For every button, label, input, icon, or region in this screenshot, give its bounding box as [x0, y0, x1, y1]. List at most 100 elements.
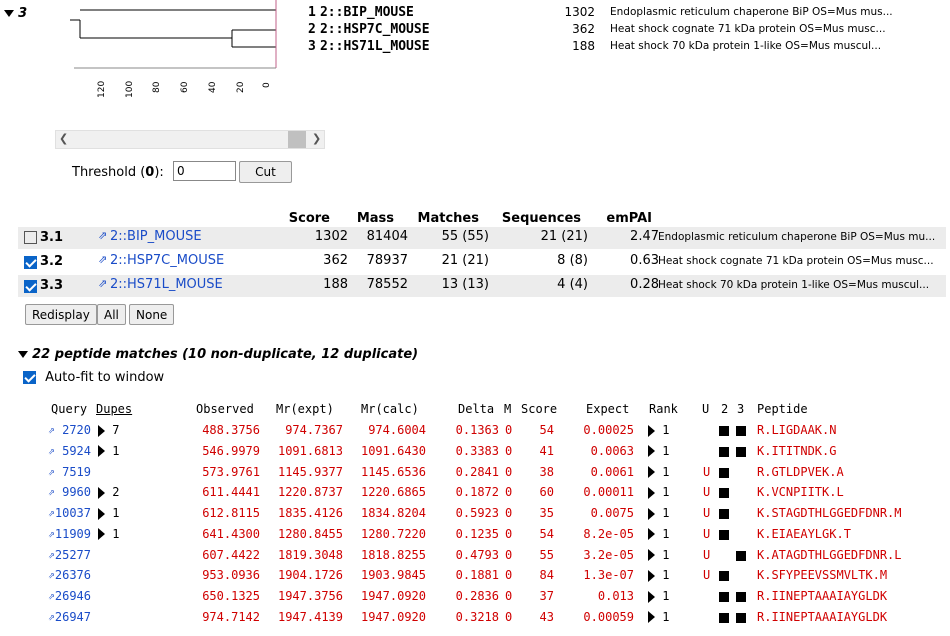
- cluster-toggle[interactable]: 3: [4, 6, 27, 21]
- unique-flag: U: [703, 568, 711, 583]
- col-query: Query: [51, 402, 88, 416]
- dupes-toggle[interactable]: 1: [98, 506, 119, 520]
- axis-tick: 100: [125, 80, 135, 98]
- delta-value: 0.1872: [455, 485, 499, 500]
- rank-toggle[interactable]: 1: [648, 610, 669, 624]
- query-link[interactable]: 2720: [62, 423, 91, 437]
- external-link-icon[interactable]: ⇗: [98, 229, 107, 242]
- scroll-left-icon[interactable]: ❮: [59, 132, 68, 145]
- col2-marker: [719, 571, 729, 582]
- m-value: 0: [505, 589, 513, 603]
- external-link-icon[interactable]: ⇗: [48, 506, 55, 519]
- delta-value: 0.4793: [455, 547, 499, 562]
- protein-name-link[interactable]: 2::HSP7C_MOUSE: [110, 253, 224, 268]
- col-rank: Rank: [649, 402, 678, 416]
- col-delta: Delta: [458, 402, 495, 416]
- protein-checkbox[interactable]: [24, 256, 37, 269]
- delta-value: 0.5923: [455, 506, 499, 520]
- observed-value: 650.1325: [202, 589, 260, 603]
- rank-toggle[interactable]: 1: [648, 444, 669, 458]
- axis-tick: 120: [97, 80, 107, 98]
- redisplay-button[interactable]: Redisplay: [25, 304, 97, 325]
- protein-desc: Heat shock cognate 71 kDa protein OS=Mus…: [658, 255, 934, 267]
- protein-name-link[interactable]: 2::BIP_MOUSE: [110, 229, 202, 244]
- unique-flag: U: [703, 485, 711, 500]
- query-link[interactable]: 9960: [62, 485, 91, 499]
- autofit-checkbox[interactable]: [23, 371, 36, 384]
- expand-triangle-icon: [648, 549, 655, 561]
- protein-name-link[interactable]: 2::HS71L_MOUSE: [110, 277, 223, 292]
- query-link[interactable]: 26376: [55, 568, 91, 582]
- col-2: 2: [721, 402, 729, 416]
- expect-value: 0.00059: [583, 609, 634, 624]
- scroll-thumb[interactable]: [288, 131, 306, 148]
- mr-expt-value: 1947.4139: [277, 609, 343, 624]
- external-link-icon[interactable]: ⇗: [48, 589, 55, 602]
- score-value: 43: [539, 609, 554, 624]
- query-link[interactable]: 5924: [62, 444, 91, 458]
- external-link-icon[interactable]: ⇗: [48, 444, 55, 457]
- query-link[interactable]: 25277: [55, 548, 91, 562]
- cut-button[interactable]: Cut: [239, 161, 292, 183]
- query-link[interactable]: 11909: [55, 527, 91, 541]
- external-link-icon[interactable]: ⇗: [48, 527, 55, 540]
- unique-flag: U: [703, 506, 711, 520]
- external-link-icon[interactable]: ⇗: [48, 423, 55, 436]
- rank-toggle[interactable]: 1: [648, 465, 669, 479]
- protein-checkbox[interactable]: [24, 231, 37, 244]
- axis-tick: 40: [208, 81, 218, 93]
- external-link-icon[interactable]: ⇗: [48, 485, 55, 498]
- dupes-toggle[interactable]: 1: [98, 527, 119, 541]
- dupes-toggle[interactable]: 1: [98, 444, 119, 458]
- external-link-icon[interactable]: ⇗: [48, 610, 55, 623]
- expand-triangle-icon: [648, 507, 655, 520]
- cluster-label: 3: [18, 6, 28, 21]
- dupes-count: 1: [112, 526, 120, 541]
- expand-triangle-icon: [648, 528, 655, 541]
- query-link[interactable]: 7519: [62, 465, 91, 479]
- rank-value: 1: [662, 423, 670, 437]
- mr-calc-value: 1947.0920: [360, 609, 426, 624]
- peptide-row: ⇗ 7519 573.9761 1145.9377 1145.6536 0.2841 0 38…: [0, 465, 950, 483]
- tree-hit-score: 1302: [564, 5, 595, 19]
- rank-toggle[interactable]: 1: [648, 589, 669, 603]
- none-button[interactable]: None: [129, 304, 175, 325]
- autofit-option[interactable]: Auto-fit to window: [23, 370, 164, 385]
- external-link-icon[interactable]: ⇗: [98, 253, 107, 266]
- rank-toggle[interactable]: 1: [648, 506, 669, 520]
- rank-toggle[interactable]: 1: [648, 423, 669, 437]
- protein-checkbox[interactable]: [24, 280, 37, 293]
- rank-toggle[interactable]: 1: [648, 527, 669, 541]
- tree-scrollbar[interactable]: ❮ ❯: [55, 130, 325, 149]
- col2-marker: [719, 426, 729, 436]
- dupes-toggle[interactable]: 7: [98, 423, 119, 437]
- scroll-right-icon[interactable]: ❯: [312, 132, 321, 145]
- peptide-sequence: R.GTLDPVEK.A: [757, 464, 844, 479]
- peptide-section-toggle[interactable]: 22 peptide matches (10 non-duplicate, 12…: [18, 347, 418, 362]
- protein-score: 362: [323, 253, 348, 268]
- peptide-header-row: Query Dupes Observed Mr(expt) Mr(calc) D…: [0, 402, 950, 418]
- query-link[interactable]: 10037: [55, 506, 91, 520]
- external-link-icon[interactable]: ⇗: [48, 548, 55, 561]
- external-link-icon[interactable]: ⇗: [98, 277, 107, 290]
- rank-toggle[interactable]: 1: [648, 548, 669, 562]
- query-link[interactable]: 26947: [55, 610, 91, 624]
- dupes-toggle[interactable]: 2: [98, 485, 119, 499]
- tree-hit-desc: Heat shock 70 kDa protein 1-like OS=Mus …: [610, 40, 882, 52]
- peptide-row: ⇗ 10037 1 612.8115 1835.4126 1834.8204 0.5923…: [0, 506, 950, 524]
- observed-value: 546.9979: [202, 443, 260, 458]
- all-button[interactable]: All: [97, 304, 126, 325]
- external-link-icon[interactable]: ⇗: [48, 465, 55, 478]
- rank-toggle[interactable]: 1: [648, 568, 669, 582]
- threshold-input[interactable]: [173, 161, 236, 181]
- mr-expt-value: 1819.3048: [277, 547, 343, 562]
- expect-value: 0.00011: [583, 485, 634, 500]
- rank-toggle[interactable]: 1: [648, 485, 669, 499]
- protein-row: 3.2 ⇗ 2::HSP7C_MOUSE 362 78937 21 (21) 8…: [18, 251, 946, 273]
- peptide-row: ⇗ 11909 1 641.4300 1280.8455 1280.7220 0.1235…: [0, 527, 950, 545]
- rank-value: 1: [662, 609, 670, 624]
- dendrogram: [70, 0, 277, 69]
- external-link-icon[interactable]: ⇗: [48, 568, 55, 581]
- protein-matches: 55 (55): [441, 229, 489, 244]
- query-link[interactable]: 26946: [55, 589, 91, 603]
